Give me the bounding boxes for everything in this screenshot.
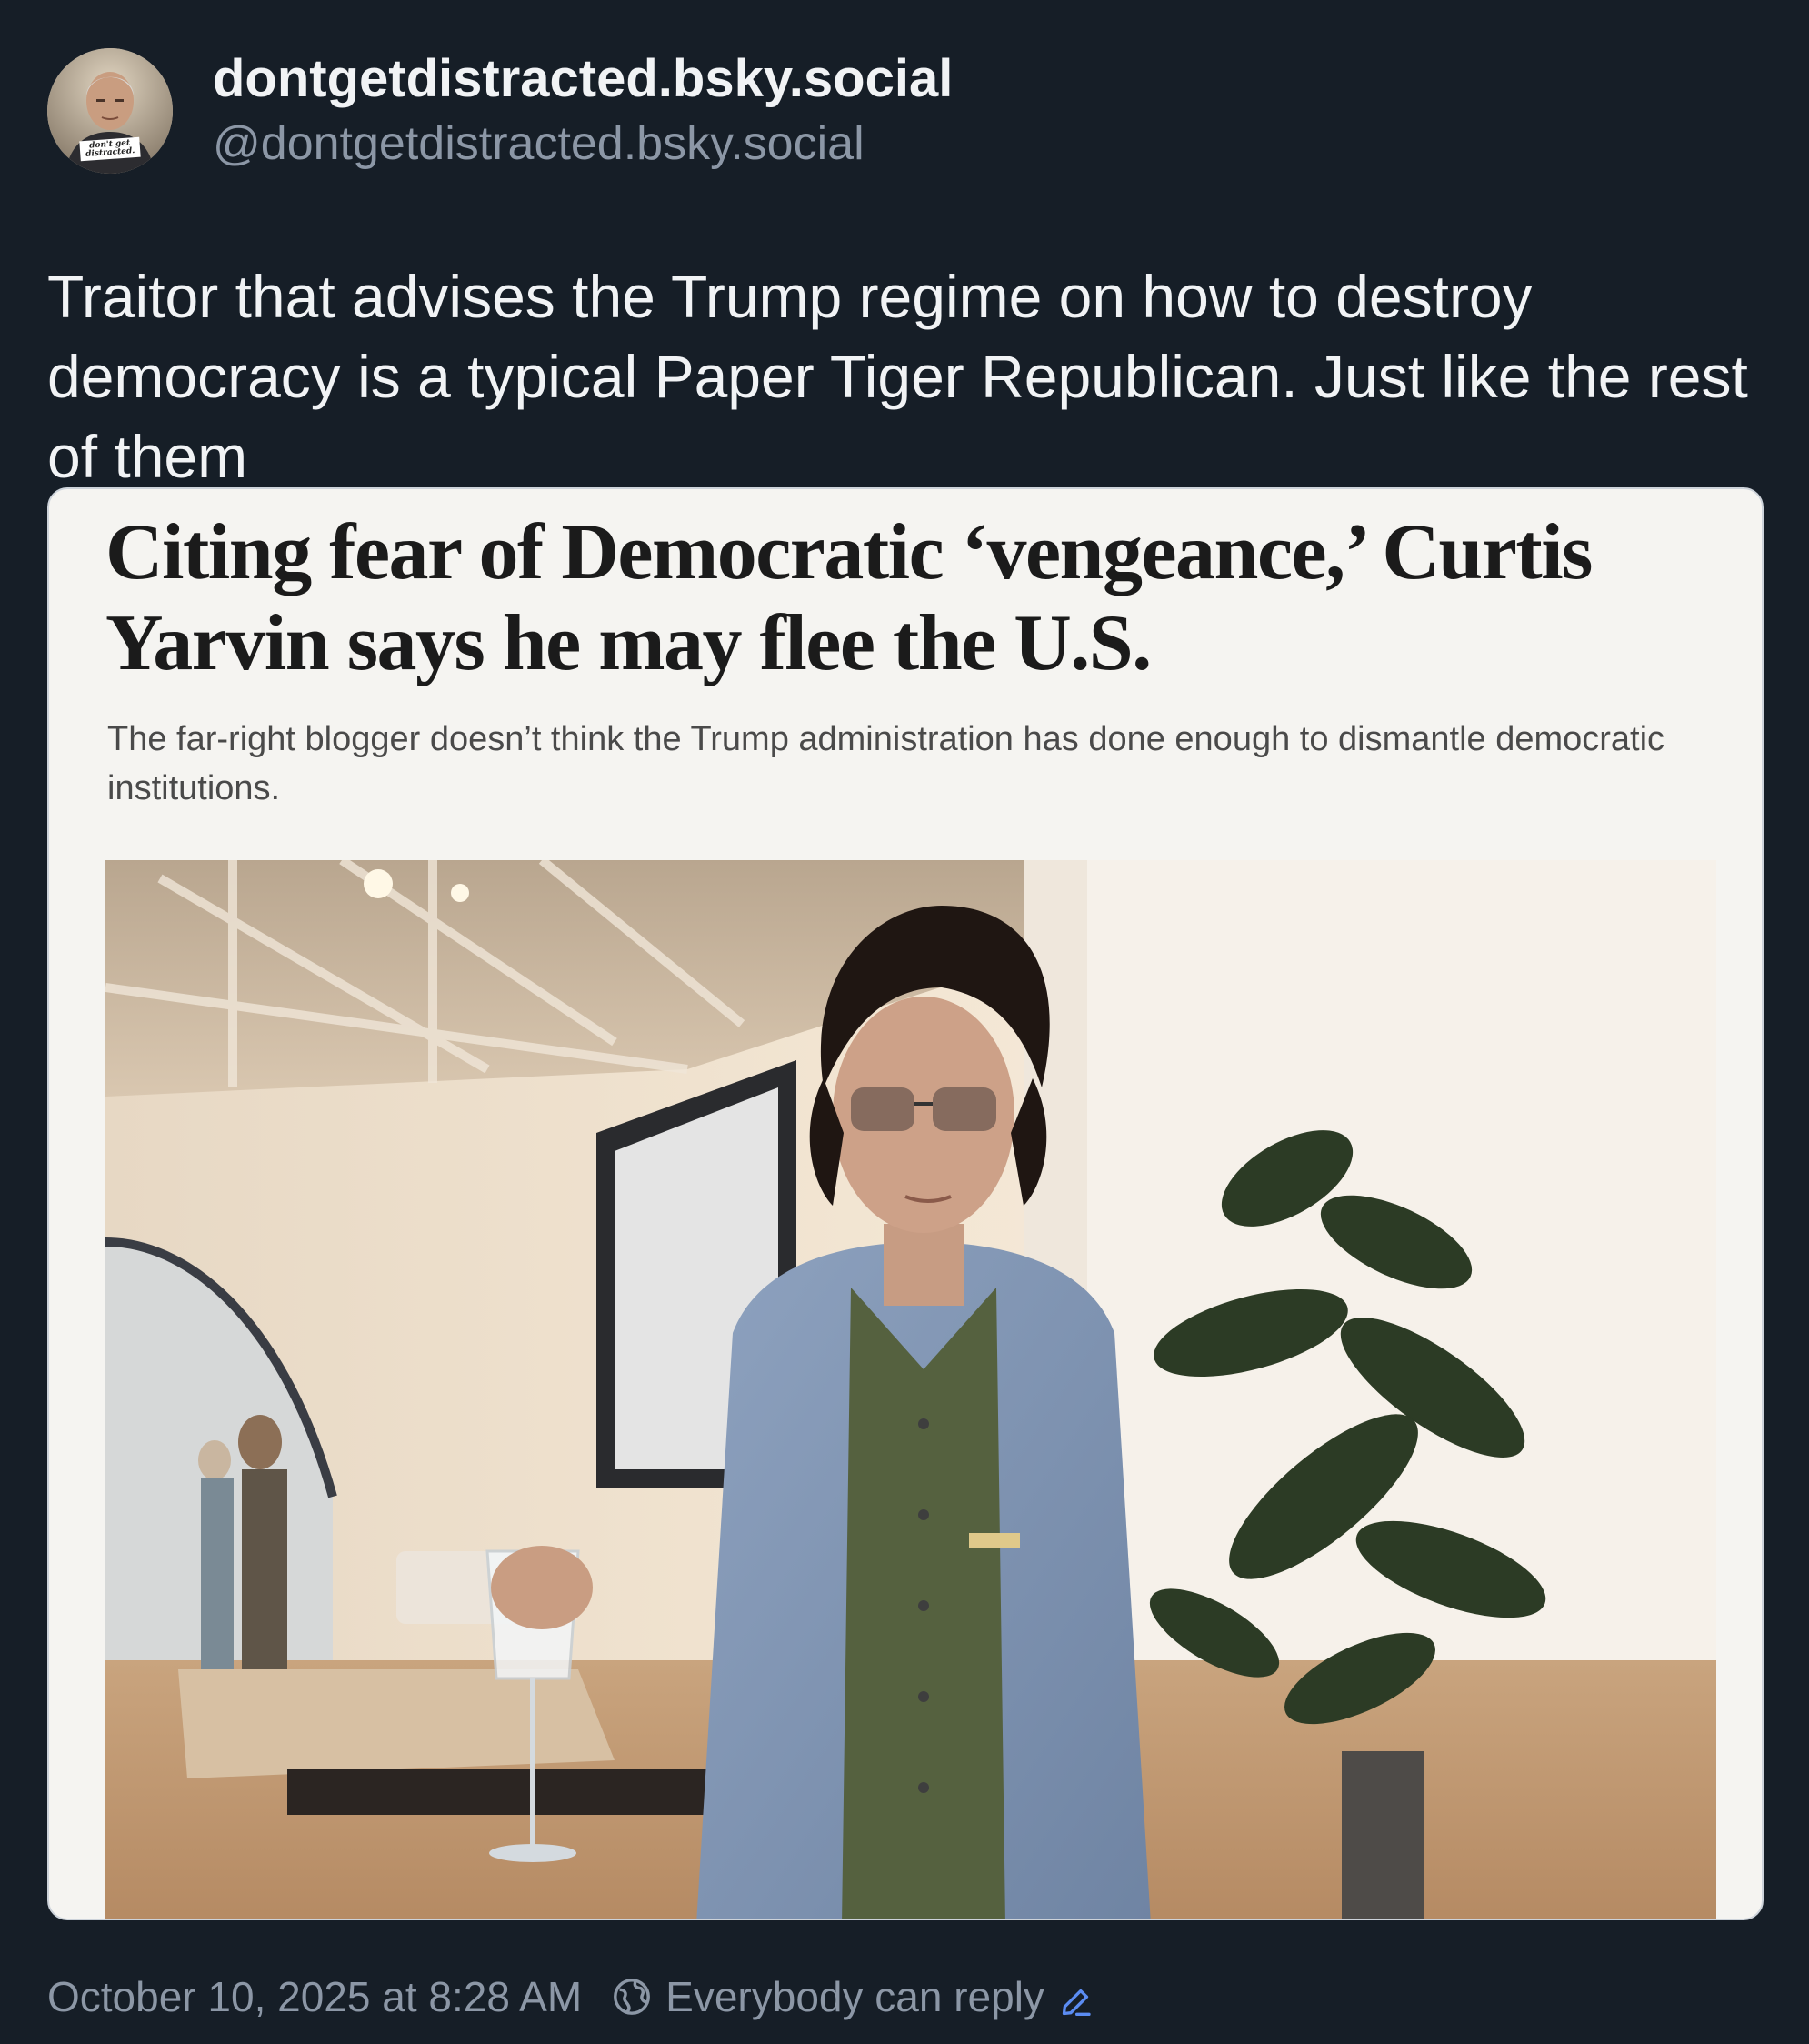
globe-icon <box>611 1976 653 2018</box>
embedded-image[interactable]: Citing fear of Democratic ‘vengeance,’ C… <box>47 487 1764 1920</box>
author-handle[interactable]: @dontgetdistracted.bsky.social <box>213 114 953 174</box>
article-photo <box>105 860 1716 1919</box>
post-timestamp[interactable]: October 10, 2025 at 8:28 AM <box>47 1969 582 2024</box>
post-text: Traitor that advises the Trump regime on… <box>47 263 1748 490</box>
article-dek: The far-right blogger doesn’t think the … <box>107 720 1665 807</box>
post-footer: October 10, 2025 at 8:28 AM Everybody ca… <box>47 1969 1094 2024</box>
pencil-icon[interactable] <box>1057 1979 1094 2016</box>
post: don't get distracted. dontgetdistracted.… <box>47 44 1765 1920</box>
article-headline: Citing fear of Democratic ‘vengeance,’ C… <box>105 508 1593 687</box>
avatar[interactable]: don't get distracted. <box>47 48 173 174</box>
author-names: dontgetdistracted.bsky.social @dontgetdi… <box>213 48 953 174</box>
avatar-caption: don't get distracted. <box>79 136 141 162</box>
post-header: don't get distracted. dontgetdistracted.… <box>47 44 1765 178</box>
author-display-name[interactable]: dontgetdistracted.bsky.social <box>213 48 953 110</box>
reply-setting[interactable]: Everybody can reply <box>665 1969 1044 2024</box>
photo-illustration <box>105 860 1716 1919</box>
